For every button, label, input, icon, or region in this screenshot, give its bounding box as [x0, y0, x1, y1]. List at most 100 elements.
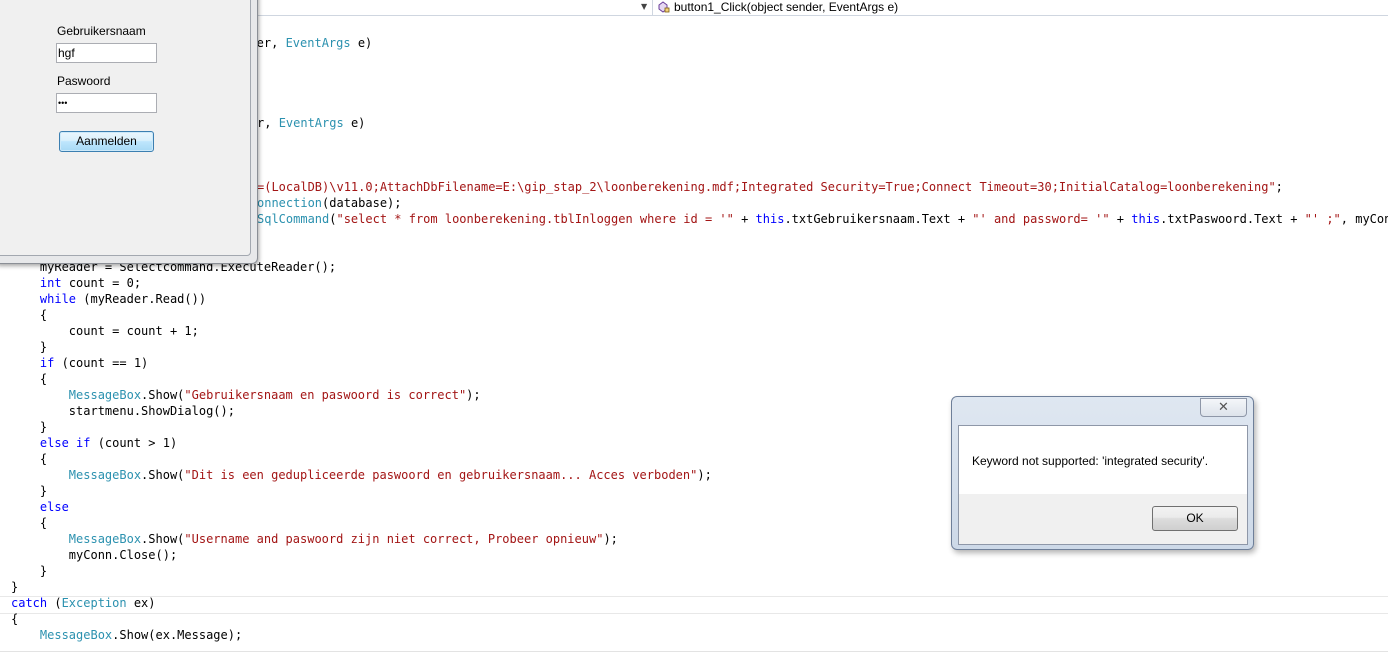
code-line: MessageBox.Show("Dit is een gedupliceerd…: [11, 467, 712, 483]
code-type-name: MessageBox: [68, 468, 142, 482]
code-string: "' ;": [1304, 212, 1341, 226]
code-line: }: [11, 563, 47, 579]
code-text: startmenu.ShowDialog();: [11, 404, 235, 418]
password-label: Paswoord: [57, 74, 111, 88]
code-line: onnection(database);: [257, 195, 402, 211]
code-string: "Username and paswoord zijn niet correct…: [184, 532, 604, 546]
code-text: );: [466, 388, 481, 402]
code-line: MessageBox.Show("Gebruikersnaam en paswo…: [11, 387, 481, 403]
type-dropdown-arrow-icon[interactable]: ▼: [641, 2, 647, 12]
code-text: {: [11, 516, 48, 530]
code-line: catch (Exception ex): [11, 595, 156, 611]
navigation-divider: [652, 0, 653, 15]
code-text: .txtGebruikersnaam.Text +: [784, 212, 973, 226]
member-dropdown[interactable]: button1_Click(object sender, EventArgs e…: [674, 0, 898, 15]
code-line: count = count + 1;: [11, 323, 199, 339]
code-text: );: [697, 468, 712, 482]
code-line: MessageBox.Show(ex.Message);: [11, 627, 242, 643]
code-text: }: [11, 564, 48, 578]
code-keyword: this: [1131, 212, 1161, 226]
code-text: r,: [257, 116, 279, 130]
code-text: {: [11, 612, 19, 626]
code-text: }: [11, 484, 48, 498]
code-text: +: [733, 212, 756, 226]
code-text: {: [11, 452, 48, 466]
username-label: Gebruikersnaam: [57, 24, 146, 38]
code-type-name: MessageBox: [39, 628, 113, 642]
code-line: =(LocalDB)\v11.0;AttachDbFilename=E:\gip…: [257, 179, 1283, 195]
code-line: }: [11, 419, 47, 435]
code-text: (: [47, 596, 62, 610]
code-line: }: [11, 483, 47, 499]
code-text: count = 0;: [61, 276, 142, 290]
code-text: , myConn);: [1340, 212, 1388, 226]
code-text: e): [350, 36, 373, 50]
code-string: "' and password= '": [972, 212, 1110, 226]
code-text: }: [11, 420, 48, 434]
code-keyword: int: [39, 276, 62, 290]
code-type-name: Exception: [61, 596, 127, 610]
code-text: (myReader.Read()): [76, 292, 207, 306]
code-line: }: [11, 339, 47, 355]
code-line: else: [11, 499, 69, 515]
code-type-name: MessageBox: [68, 388, 142, 402]
code-text: {: [11, 372, 48, 386]
login-button[interactable]: Aanmelden: [59, 131, 154, 152]
code-line: while (myReader.Read()): [11, 291, 206, 307]
code-line: {: [11, 371, 47, 387]
code-string: "select * from loonberekening.tblInlogge…: [336, 212, 734, 226]
code-keyword: this: [755, 212, 785, 226]
code-line: if (count == 1): [11, 355, 148, 371]
code-string: "Gebruikersnaam en paswoord is correct": [184, 388, 467, 402]
code-keyword: else if: [39, 436, 91, 450]
code-line: r, EventArgs e): [257, 115, 365, 131]
username-input[interactable]: hgf: [56, 43, 157, 63]
code-line: {: [11, 451, 47, 467]
code-keyword: catch: [11, 596, 48, 610]
code-line: {: [11, 515, 47, 531]
code-text: );: [603, 532, 618, 546]
code-line: startmenu.ShowDialog();: [11, 403, 235, 419]
method-icon: [658, 1, 670, 13]
code-keyword: while: [39, 292, 77, 306]
code-type-name: MessageBox: [68, 532, 142, 546]
code-line: SqlCommand("select * from loonberekening…: [257, 211, 1388, 227]
ok-button[interactable]: OK: [1152, 506, 1238, 531]
code-line: else if (count > 1): [11, 435, 177, 451]
code-text: ;: [1275, 180, 1283, 194]
editor-bottom-border: [0, 651, 1388, 652]
code-text: (count == 1): [54, 356, 149, 370]
code-line: myConn.Close();: [11, 547, 177, 563]
code-text: }: [11, 580, 19, 594]
message-area: Keyword not supported: 'integrated secur…: [959, 426, 1247, 494]
current-line-highlight: [0, 596, 1388, 614]
code-text: .Show(: [141, 388, 185, 402]
code-type-name: EventArgs: [278, 116, 344, 130]
code-text: e): [343, 116, 366, 130]
code-type-name: onnection: [257, 196, 323, 210]
code-text: .Show(ex.Message);: [112, 628, 243, 642]
code-keyword: else: [39, 500, 69, 514]
code-string: =(LocalDB)\v11.0;AttachDbFilename=E:\gip…: [257, 180, 1276, 194]
code-text: {: [11, 308, 48, 322]
code-text: .txtPaswoord.Text +: [1160, 212, 1305, 226]
code-text: ex): [126, 596, 156, 610]
password-input[interactable]: •••: [56, 93, 157, 113]
error-message-text: Keyword not supported: 'integrated secur…: [972, 454, 1209, 468]
code-string: "Dit is een gedupliceerde paswoord en ge…: [184, 468, 698, 482]
code-text: myConn.Close();: [11, 548, 178, 562]
login-form-window: Gebruikersnaam hgf Paswoord ••• Aanmelde…: [0, 0, 258, 264]
close-icon[interactable]: ✕: [1200, 398, 1247, 417]
message-dialog-client-area: Keyword not supported: 'integrated secur…: [958, 425, 1248, 545]
login-form-client-area: Gebruikersnaam hgf Paswoord ••• Aanmelde…: [0, 0, 251, 256]
code-line: {: [11, 307, 47, 323]
code-line: }: [11, 579, 18, 595]
